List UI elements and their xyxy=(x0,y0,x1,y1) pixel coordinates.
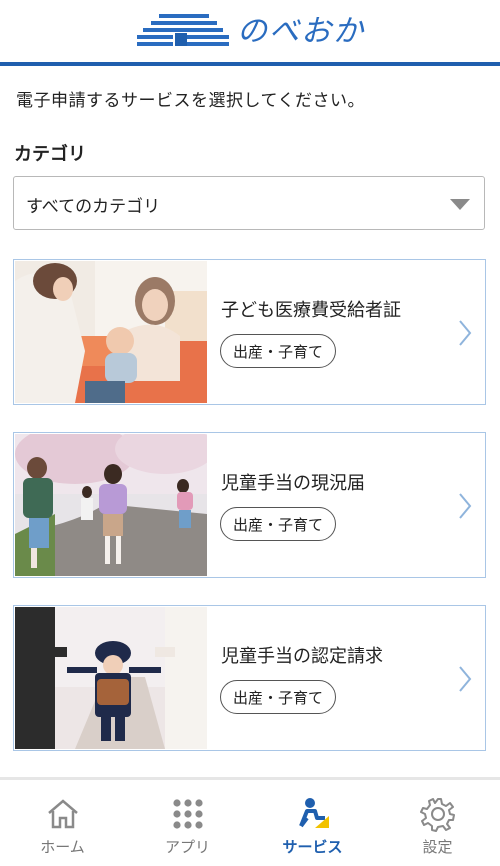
category-tag: 出産・子育て xyxy=(220,507,337,541)
service-card-child-medical[interactable]: 子ども医療費受給者証 出産・子育て xyxy=(13,259,486,405)
bottom-navigation: ホーム アプリ サービス 設定 xyxy=(0,777,500,866)
service-title: 児童手当の現況届 xyxy=(221,473,365,494)
family-walk-photo-icon xyxy=(15,607,207,749)
gear-icon xyxy=(420,798,455,832)
category-select-value: すべてのカテゴリ xyxy=(26,197,161,217)
category-select[interactable]: すべてのカテゴリ xyxy=(13,176,485,230)
service-image-school-kids xyxy=(15,434,207,576)
school-kids-photo-icon xyxy=(15,434,207,576)
nav-label-settings: 設定 xyxy=(422,838,453,856)
apps-grid-icon xyxy=(173,799,203,829)
service-image-mother-baby xyxy=(15,261,207,403)
city-logo: のべおか xyxy=(137,12,377,52)
home-icon xyxy=(48,799,78,829)
logo-mark-icon xyxy=(137,14,229,46)
service-card-allowance-application[interactable]: 児童手当の認定請求 出産・子育て xyxy=(13,605,486,751)
service-card-allowance-status[interactable]: 児童手当の現況届 出産・子育て xyxy=(13,432,486,578)
service-image-family-walk xyxy=(15,607,207,749)
logo-text: のべおか xyxy=(237,14,365,49)
nav-label-home: ホーム xyxy=(40,838,85,856)
service-title: 児童手当の認定請求 xyxy=(221,646,383,667)
nav-home[interactable]: ホーム xyxy=(0,780,125,866)
nav-services[interactable]: サービス xyxy=(250,780,375,866)
dropdown-arrow-icon xyxy=(450,199,470,210)
header-underline xyxy=(0,62,500,66)
chevron-right-icon xyxy=(459,493,472,519)
nav-label-apps: アプリ xyxy=(164,838,210,856)
nav-apps[interactable]: アプリ xyxy=(125,780,250,866)
mother-baby-photo-icon xyxy=(15,261,207,403)
chevron-right-icon xyxy=(459,320,472,346)
app-root: のべおか 電子申請するサービスを選択してください。 カテゴリ すべてのカテゴリ xyxy=(0,0,500,866)
service-person-icon xyxy=(299,798,329,828)
nav-settings[interactable]: 設定 xyxy=(375,780,500,866)
chevron-right-icon xyxy=(459,666,472,692)
intro-text: 電子申請するサービスを選択してください。 xyxy=(16,91,365,111)
app-header: のべおか xyxy=(0,0,500,62)
nav-label-services: サービス xyxy=(282,838,343,856)
category-label: カテゴリ xyxy=(14,144,86,165)
service-title: 子ども医療費受給者証 xyxy=(221,300,401,321)
category-tag: 出産・子育て xyxy=(220,334,337,368)
category-tag: 出産・子育て xyxy=(220,680,337,714)
